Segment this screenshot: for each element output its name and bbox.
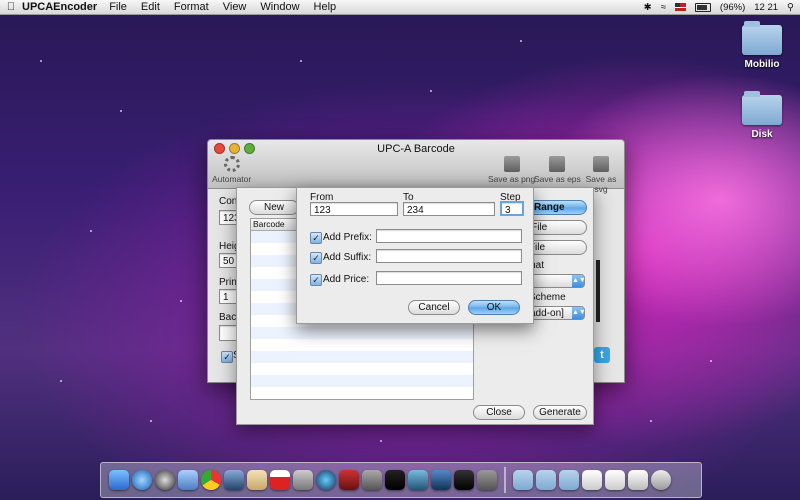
documents-folder-dock-icon[interactable] — [536, 470, 556, 490]
automator-button[interactable]: Automator — [212, 156, 251, 184]
desktop-icon-label: Disk — [751, 129, 773, 140]
save-png-button[interactable]: Save as png — [488, 156, 535, 184]
new-button[interactable]: New — [249, 200, 299, 215]
add-suffix-label: Add Suffix: — [323, 252, 372, 263]
wifi-icon[interactable]: ≈ — [661, 2, 666, 13]
preview-dock-icon[interactable] — [293, 470, 313, 490]
finder-dock-icon[interactable] — [109, 470, 129, 490]
downloads-folder-dock-icon[interactable] — [559, 470, 579, 490]
add-prefix-label: Add Prefix: — [323, 232, 372, 243]
apple-menu-icon[interactable]:  — [0, 1, 22, 13]
to-field[interactable]: 234 — [403, 202, 495, 216]
battery-percent: (96%) — [719, 1, 746, 13]
image-file-icon — [549, 156, 566, 172]
document-dock-icon-2[interactable] — [605, 470, 625, 490]
input-source-flag-icon[interactable] — [674, 3, 686, 11]
spotlight-icon[interactable]: ⚲ — [787, 2, 794, 13]
suffix-field[interactable] — [376, 249, 522, 263]
dock-separator — [504, 467, 506, 493]
menu-view[interactable]: View — [223, 1, 247, 13]
trash-dock-icon[interactable] — [651, 470, 671, 490]
dock — [100, 462, 702, 498]
chevron-updown-icon: ▲▼ — [572, 275, 586, 287]
menu-format[interactable]: Format — [174, 1, 209, 13]
ok-button[interactable]: OK — [468, 300, 520, 315]
document-dock-icon[interactable] — [582, 470, 602, 490]
from-field[interactable]: 123 — [310, 202, 398, 216]
price-field[interactable] — [376, 271, 522, 285]
desktop-icon-label: Mobilio — [744, 59, 780, 70]
app-menu[interactable]: UPCAEncoder — [22, 1, 97, 13]
scheme-value: add-on] — [530, 308, 564, 319]
safari-dock-icon[interactable] — [132, 470, 152, 490]
show-checkbox[interactable]: ✓ — [221, 351, 233, 363]
terminal-dock-icon[interactable] — [454, 470, 474, 490]
gear-icon — [223, 156, 240, 172]
close-button[interactable]: Close — [473, 405, 525, 420]
folder-icon — [742, 21, 782, 55]
facetime-dock-icon[interactable] — [224, 470, 244, 490]
menu-help[interactable]: Help — [314, 1, 337, 13]
twitter-icon[interactable]: t — [594, 347, 610, 363]
window-titlebar[interactable]: UPC-A Barcode Automator Save as png Save… — [208, 140, 624, 194]
scheme-label: Scheme — [529, 292, 566, 303]
dashboard-dock-icon[interactable] — [155, 470, 175, 490]
cancel-button[interactable]: Cancel — [408, 300, 460, 315]
save-png-label: Save as png — [488, 174, 536, 184]
bluetooth-icon[interactable]: ✱ — [644, 2, 652, 13]
chevron-updown-icon: ▲▼ — [572, 307, 586, 319]
add-prefix-checkbox[interactable]: ✓ — [310, 232, 322, 244]
save-eps-button[interactable]: Save as eps — [534, 156, 581, 184]
save-eps-label: Save as eps — [534, 174, 581, 184]
barcode-preview-bar — [596, 260, 600, 322]
menu-file[interactable]: File — [109, 1, 127, 13]
folder-icon — [742, 91, 782, 125]
window-title: UPC-A Barcode — [377, 143, 455, 155]
desktop-icon-mobilio[interactable]: Mobilio — [727, 21, 797, 70]
step-field[interactable]: 3 — [500, 201, 524, 216]
add-price-label: Add Price: — [323, 274, 370, 285]
prefix-field[interactable] — [376, 229, 522, 243]
calendar-dock-icon[interactable] — [270, 470, 290, 490]
menu-edit[interactable]: Edit — [141, 1, 160, 13]
add-price-checkbox[interactable]: ✓ — [310, 274, 322, 286]
activity-monitor-dock-icon[interactable] — [385, 470, 405, 490]
app-dock-icon-2[interactable] — [477, 470, 497, 490]
menubar:  UPCAEncoder File Edit Format View Wind… — [0, 0, 800, 15]
app-dock-icon[interactable] — [431, 470, 451, 490]
document-dock-icon-3[interactable] — [628, 470, 648, 490]
system-preferences-dock-icon[interactable] — [362, 470, 382, 490]
chrome-dock-icon[interactable] — [201, 470, 221, 490]
battery-icon[interactable] — [694, 2, 711, 12]
add-suffix-checkbox[interactable]: ✓ — [310, 252, 322, 264]
clock[interactable]: 12 21 — [754, 2, 778, 13]
photobooth-dock-icon[interactable] — [339, 470, 359, 490]
menu-window[interactable]: Window — [260, 1, 299, 13]
applications-folder-dock-icon[interactable] — [513, 470, 533, 490]
image-file-icon — [593, 156, 609, 172]
automator-label: Automator — [212, 174, 252, 184]
range-sheet: From 123 To 234 Step 3 ✓ Add Prefix: ✓ A… — [296, 187, 534, 324]
generate-button[interactable]: Generate — [533, 405, 587, 420]
itunes-dock-icon[interactable] — [316, 470, 336, 490]
mail-dock-icon[interactable] — [178, 470, 198, 490]
desktop-icon-disk[interactable]: Disk — [727, 91, 797, 140]
xcode-dock-icon[interactable] — [408, 470, 428, 490]
image-file-icon — [503, 156, 520, 172]
contacts-dock-icon[interactable] — [247, 470, 267, 490]
